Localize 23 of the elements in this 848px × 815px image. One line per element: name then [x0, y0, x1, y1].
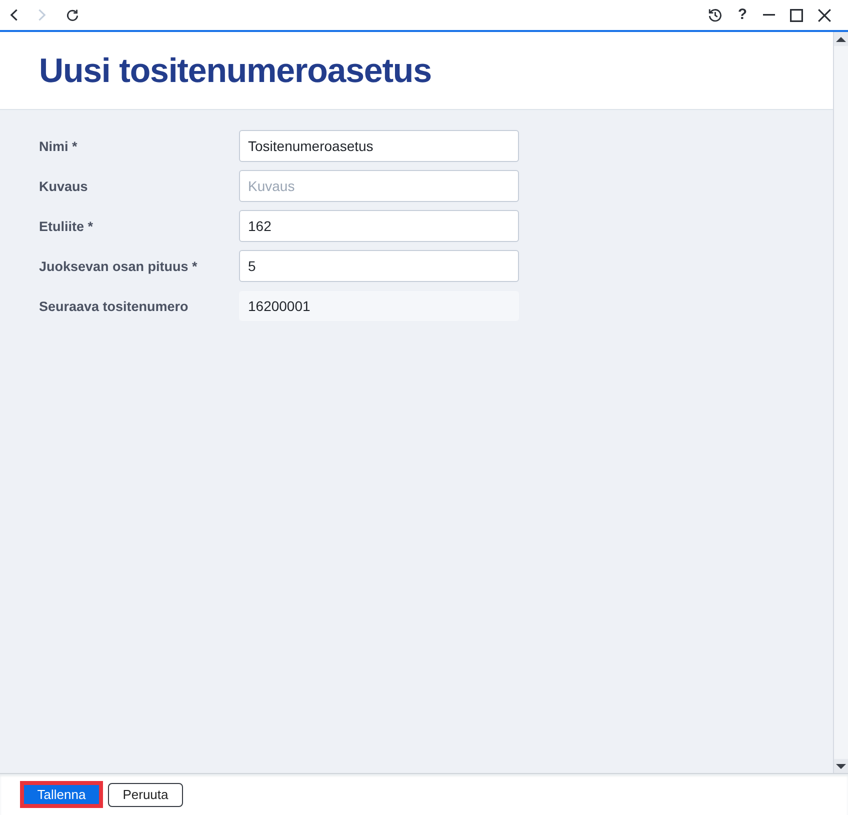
back-icon[interactable]	[10, 9, 18, 21]
vertical-scrollbar[interactable]	[833, 32, 848, 773]
text-input[interactable]: 162	[239, 210, 519, 242]
history-icon[interactable]	[708, 8, 722, 22]
down-arrow-icon[interactable]	[836, 764, 846, 768]
help-button[interactable]: ?	[736, 7, 748, 23]
text-input[interactable]: Tositenumeroasetus	[239, 130, 519, 162]
field-label: Nimi *	[39, 138, 78, 154]
text-input[interactable]: Kuvaus	[239, 170, 519, 202]
refresh-icon[interactable]	[66, 8, 79, 22]
field-label: Kuvaus	[39, 178, 89, 194]
maximize-icon[interactable]	[790, 8, 803, 22]
minimize-icon[interactable]	[763, 14, 775, 16]
field-label: Juoksevan osan pituus *	[39, 258, 198, 274]
readonly-field: 16200001	[239, 291, 519, 321]
page-title: Uusi tositenumeroasetus	[39, 50, 432, 90]
field-label: Etuliite *	[39, 218, 94, 234]
up-arrow-icon[interactable]	[836, 36, 846, 42]
field-label: Seuraava tositenumero	[39, 298, 190, 314]
close-icon[interactable]	[818, 8, 831, 22]
text-input[interactable]: 5	[239, 250, 519, 282]
save-button[interactable]: Tallenna	[20, 781, 103, 808]
cancel-button[interactable]: Peruuta	[108, 782, 183, 806]
